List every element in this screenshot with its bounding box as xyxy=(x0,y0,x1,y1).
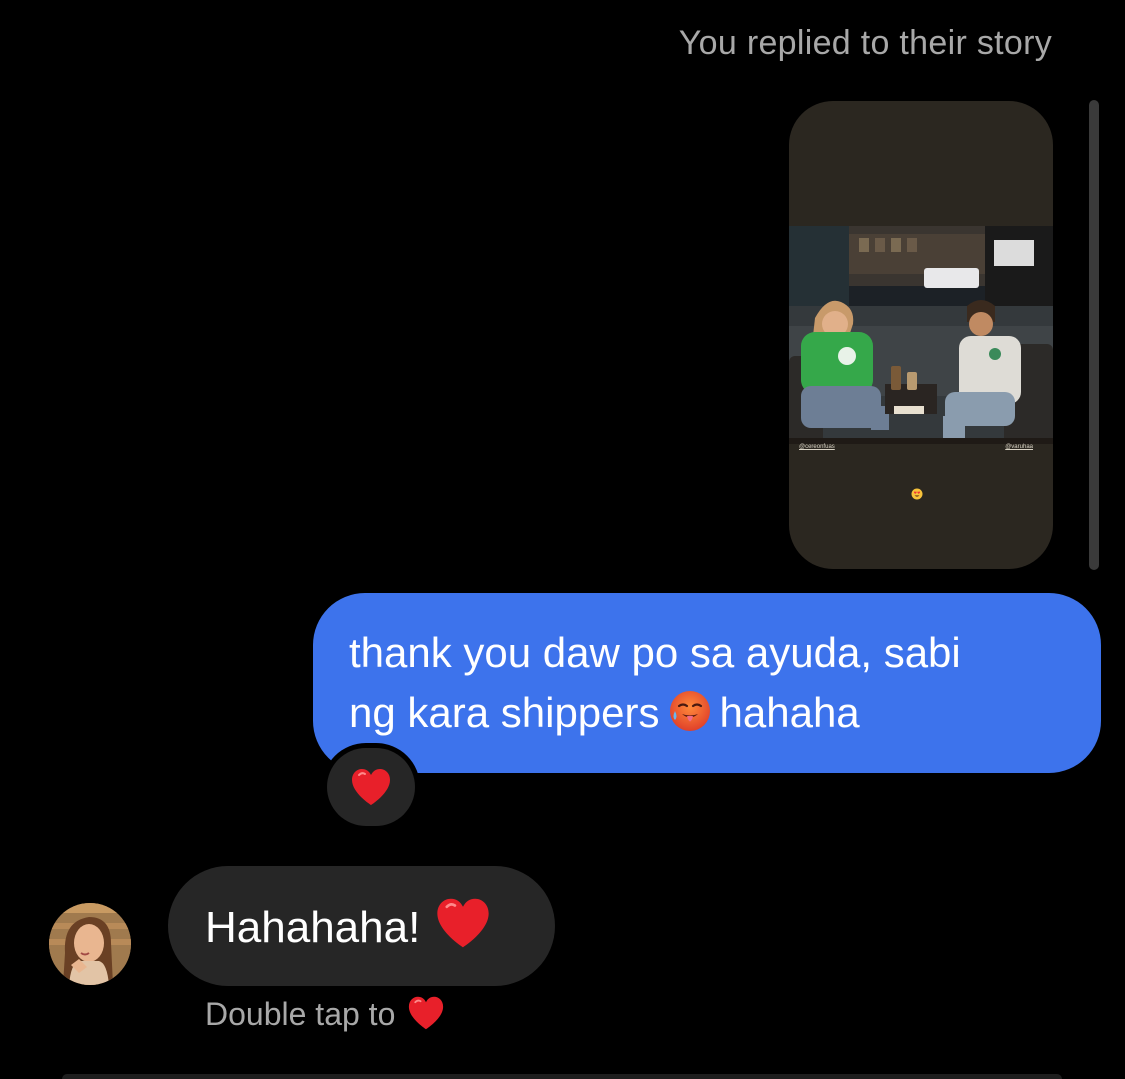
story-reply-label: You replied to their story xyxy=(678,24,1052,62)
message-reaction[interactable] xyxy=(327,748,415,826)
double-tap-hint-text: Double tap to xyxy=(205,996,396,1032)
red-heart-emoji-icon xyxy=(437,898,489,948)
sent-message-bubble[interactable]: thank you daw po sa ayuda, sabi ng kara … xyxy=(313,593,1101,773)
avatar-photo xyxy=(49,903,131,985)
scrollbar[interactable] xyxy=(1089,100,1099,570)
sent-message-line-2-text: ng kara shippers xyxy=(349,689,660,736)
story-mention-right[interactable]: @varuhaa xyxy=(1005,444,1033,450)
story-photo xyxy=(789,226,1053,444)
story-mention-left[interactable]: @cereonfuas xyxy=(799,444,835,450)
dm-thread: You replied to their story @cereonfuas @… xyxy=(0,0,1125,1079)
received-message-text: Hahahaha! xyxy=(205,903,421,952)
heart-eyes-emoji-icon xyxy=(911,488,923,500)
sent-message-line-1: thank you daw po sa ayuda, sabi xyxy=(349,629,961,676)
red-heart-emoji-icon xyxy=(409,996,444,1030)
hot-face-emoji-icon xyxy=(668,689,712,749)
received-message-bubble[interactable]: Hahahaha! xyxy=(168,866,555,986)
avatar[interactable] xyxy=(49,903,131,985)
sent-message-line-2-suffix: hahaha xyxy=(719,689,860,736)
sent-message-line-2: ng kara shippers hahaha xyxy=(349,683,1061,749)
message-composer-edge[interactable] xyxy=(62,1074,1062,1079)
story-preview-card[interactable]: @cereonfuas @varuhaa xyxy=(789,101,1053,569)
red-heart-emoji-icon xyxy=(352,769,390,805)
double-tap-hint: Double tap to xyxy=(205,995,445,1033)
